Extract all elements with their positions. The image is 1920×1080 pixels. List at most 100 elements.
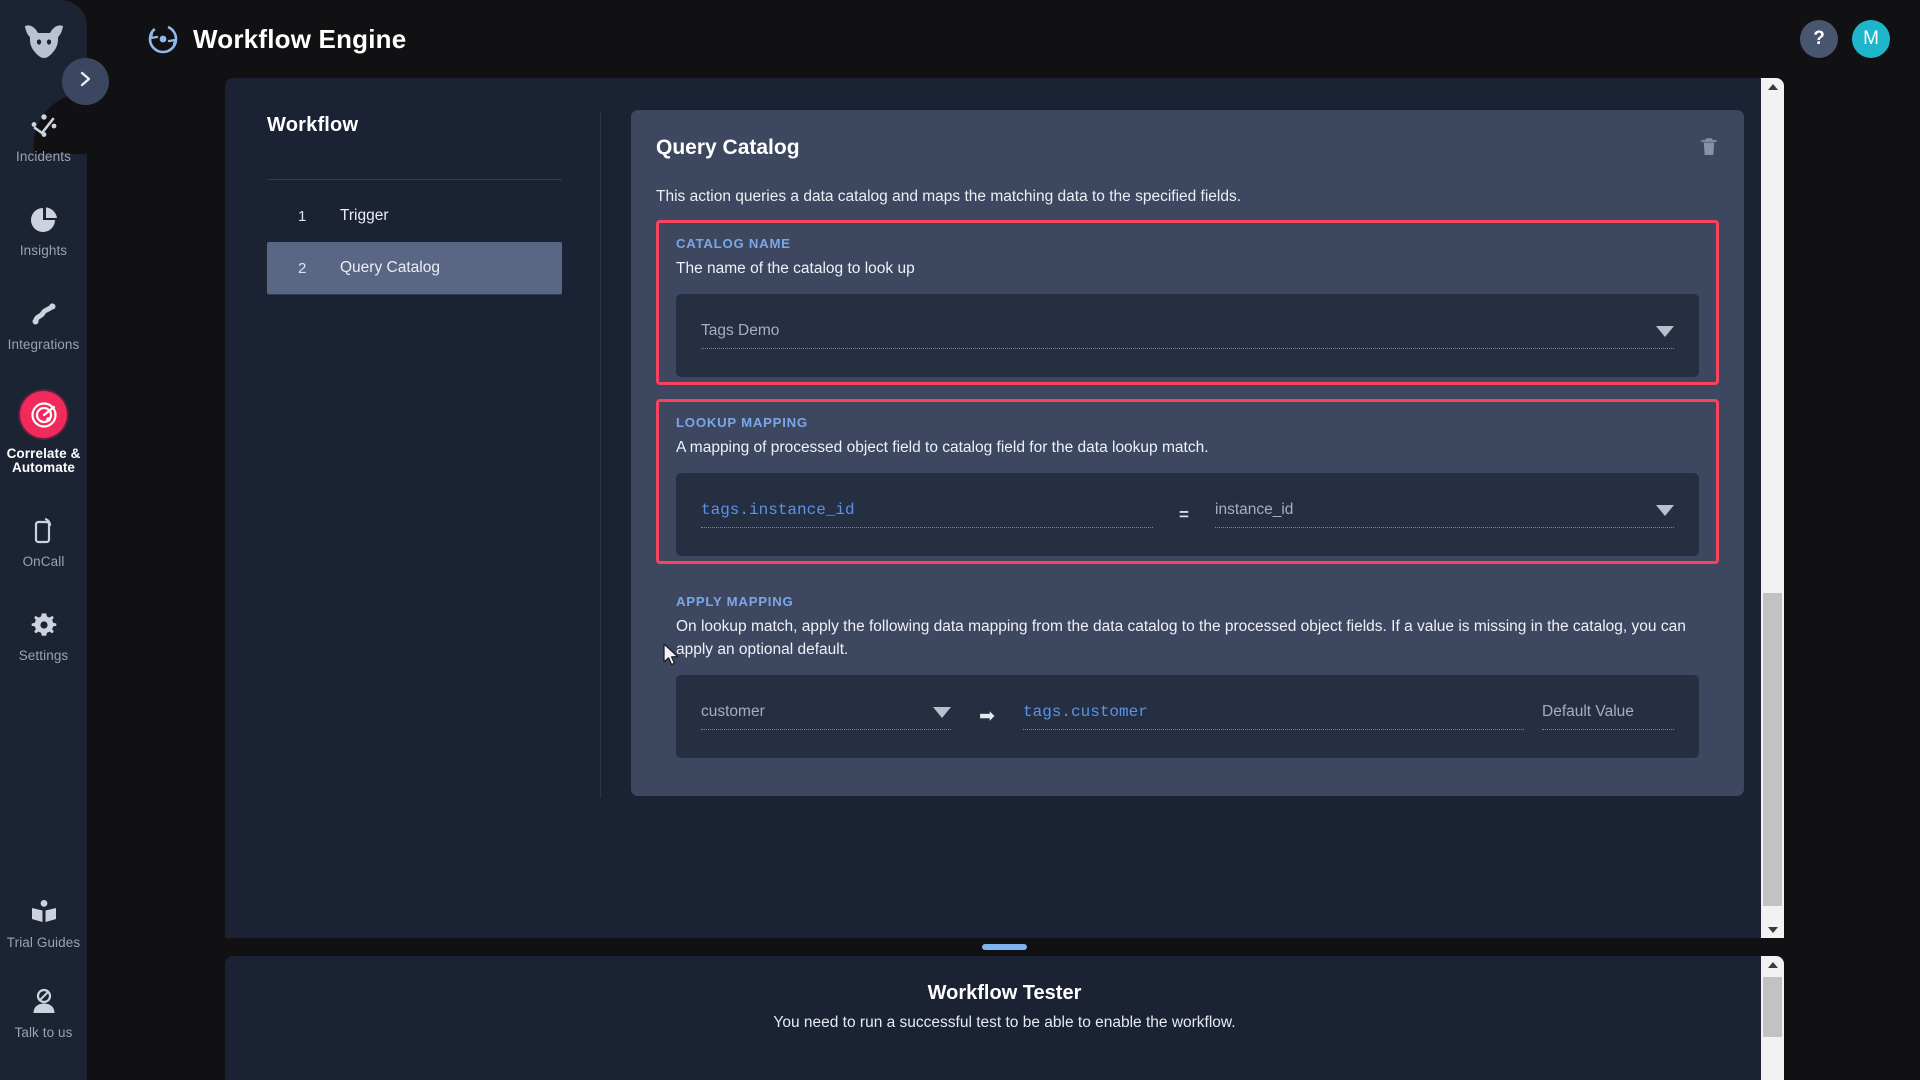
- workflow-tester-panel: Workflow Tester You need to run a succes…: [225, 956, 1784, 1080]
- scroll-up-arrow[interactable]: [1761, 956, 1784, 973]
- field-apply-mapping: APPLY MAPPING On lookup match, apply the…: [656, 578, 1719, 766]
- card-title: Query Catalog: [656, 136, 800, 159]
- support-person-icon: [27, 985, 61, 1019]
- workflow-divider-bottom: [267, 294, 562, 295]
- scrollbar-track[interactable]: [1761, 95, 1784, 921]
- sidebar-item-label: Settings: [18, 648, 69, 663]
- sidebar-item-settings[interactable]: Settings: [0, 597, 87, 671]
- workflow-step-query-catalog[interactable]: 2 Query Catalog: [267, 242, 562, 294]
- bull-head-logo[interactable]: [16, 16, 72, 68]
- primary-navigation-rail: Incidents Insights Integrations Correlat…: [0, 0, 87, 1080]
- tester-resize-bar[interactable]: [225, 938, 1784, 956]
- avatar[interactable]: M: [1852, 20, 1890, 58]
- apply-mapping-input-wrap: customer ➡ tags.customer Default Value: [676, 675, 1699, 758]
- lookup-source-field-input[interactable]: tags.instance_id: [701, 501, 1153, 528]
- arrow-right-icon: ➡: [979, 706, 995, 727]
- pie-chart-icon: [27, 203, 61, 237]
- sidebar-item-incidents[interactable]: Incidents: [0, 98, 87, 172]
- main-scrollbar[interactable]: [1761, 78, 1784, 938]
- card-description: This action queries a data catalog and m…: [656, 188, 1242, 205]
- scrollbar-thumb[interactable]: [1763, 977, 1782, 1037]
- apply-default-value-input[interactable]: Default Value: [1542, 703, 1674, 730]
- integrations-link-icon: [27, 297, 61, 331]
- trash-icon[interactable]: [1699, 136, 1719, 163]
- card-header: Query Catalog: [656, 136, 1719, 163]
- sidebar-item-insights[interactable]: Insights: [0, 192, 87, 266]
- field-label: CATALOG NAME: [676, 236, 791, 251]
- scroll-up-arrow[interactable]: [1761, 78, 1784, 95]
- resize-handle[interactable]: [982, 944, 1027, 950]
- tester-scrollbar[interactable]: [1761, 956, 1784, 1080]
- rail-bottom-items: Trial Guides Talk to us: [0, 884, 87, 1080]
- header-actions: ? M: [1800, 20, 1890, 58]
- field-lookup-mapping: LOOKUP MAPPING A mapping of processed ob…: [656, 399, 1719, 564]
- scrollbar-thumb[interactable]: [1763, 593, 1782, 906]
- lookup-source-field-value: tags.instance_id: [701, 501, 855, 519]
- top-header-bar: Workflow Engine ? M: [87, 0, 1920, 78]
- chevron-down-icon[interactable]: [1656, 504, 1674, 516]
- tester-title: Workflow Tester: [927, 982, 1082, 1004]
- sidebar-item-integrations[interactable]: Integrations: [0, 286, 87, 360]
- step-number: 2: [298, 259, 307, 277]
- catalog-name-input-wrap: Tags Demo: [676, 294, 1699, 377]
- tester-message: You need to run a successful test to be …: [773, 1014, 1236, 1031]
- sidebar-item-trial-guides[interactable]: Trial Guides: [0, 884, 87, 958]
- lookup-target-field-value: instance_id: [1215, 501, 1294, 518]
- incidents-nodes-icon: [27, 109, 61, 143]
- apply-target-field-value: tags.customer: [1023, 703, 1148, 721]
- chevron-right-icon: [77, 69, 94, 94]
- apply-target-field-input[interactable]: tags.customer: [1023, 703, 1524, 730]
- step-number: 1: [298, 207, 307, 225]
- step-name: Trigger: [340, 207, 389, 224]
- sidebar-collapse-button[interactable]: [62, 58, 109, 105]
- action-detail-area: Query Catalog This action queries a data…: [601, 78, 1784, 938]
- sidebar-item-correlate-automate[interactable]: Correlate & Automate: [0, 380, 87, 483]
- sidebar-item-label: Trial Guides: [6, 935, 81, 950]
- sidebar-item-oncall[interactable]: OnCall: [0, 503, 87, 577]
- field-label: LOOKUP MAPPING: [676, 415, 808, 430]
- step-name: Query Catalog: [340, 259, 440, 276]
- sidebar-item-label: Talk to us: [14, 1025, 73, 1040]
- apply-mapping-row: customer ➡ tags.customer Default Value: [701, 703, 1674, 730]
- open-book-icon: [27, 895, 61, 929]
- mobile-phone-icon: [27, 514, 61, 548]
- workflow-sync-icon: [146, 22, 180, 56]
- apply-source-field-value: customer: [701, 703, 765, 720]
- field-description: The name of the catalog to look up: [676, 260, 915, 277]
- sidebar-item-talk-to-us[interactable]: Talk to us: [0, 974, 87, 1048]
- help-button[interactable]: ?: [1800, 20, 1838, 58]
- workflow-step-trigger[interactable]: 1 Trigger: [267, 190, 562, 242]
- scroll-down-arrow[interactable]: [1761, 921, 1784, 938]
- equals-operator: =: [1179, 504, 1189, 524]
- catalog-name-value: Tags Demo: [701, 322, 780, 339]
- scrollbar-track[interactable]: [1761, 973, 1784, 1080]
- workflow-step-list: 1 Trigger 2 Query Catalog: [267, 190, 562, 294]
- field-description: On lookup match, apply the following dat…: [676, 618, 1686, 658]
- gear-icon: [27, 608, 61, 642]
- lookup-target-field-select[interactable]: instance_id: [1215, 501, 1674, 528]
- field-label: APPLY MAPPING: [676, 594, 794, 609]
- chevron-down-icon[interactable]: [1656, 325, 1674, 337]
- field-description: A mapping of processed object field to c…: [676, 439, 1209, 456]
- sidebar-item-label: Incidents: [16, 149, 71, 164]
- lookup-mapping-row: tags.instance_id = instance_id: [701, 501, 1674, 528]
- chevron-down-icon[interactable]: [933, 706, 951, 718]
- page-title-group: Workflow Engine: [146, 22, 406, 56]
- workflow-panel-title: Workflow: [267, 114, 359, 136]
- query-catalog-card: Query Catalog This action queries a data…: [631, 110, 1744, 796]
- rail-item-list: Incidents Insights Integrations Correlat…: [0, 98, 87, 691]
- workflow-divider-top: [267, 179, 562, 180]
- app-root: Incidents Insights Integrations Correlat…: [0, 0, 1920, 1080]
- apply-default-value-placeholder: Default Value: [1542, 703, 1634, 720]
- lookup-mapping-input-wrap: tags.instance_id = instance_id: [676, 473, 1699, 556]
- catalog-name-select[interactable]: Tags Demo: [701, 322, 1674, 349]
- sidebar-item-label: Correlate & Automate: [6, 446, 81, 475]
- apply-source-field-select[interactable]: customer: [701, 703, 951, 730]
- page-title: Workflow Engine: [193, 23, 407, 54]
- field-catalog-name: CATALOG NAME The name of the catalog to …: [656, 220, 1719, 385]
- sidebar-item-label: Insights: [19, 243, 68, 258]
- workflow-steps-panel: Workflow 1 Trigger 2 Query Catalog: [225, 78, 600, 938]
- target-radar-icon: [20, 391, 67, 438]
- main-content-panel: Workflow 1 Trigger 2 Query Catalog Query…: [225, 78, 1784, 938]
- sidebar-item-label: Integrations: [7, 337, 80, 352]
